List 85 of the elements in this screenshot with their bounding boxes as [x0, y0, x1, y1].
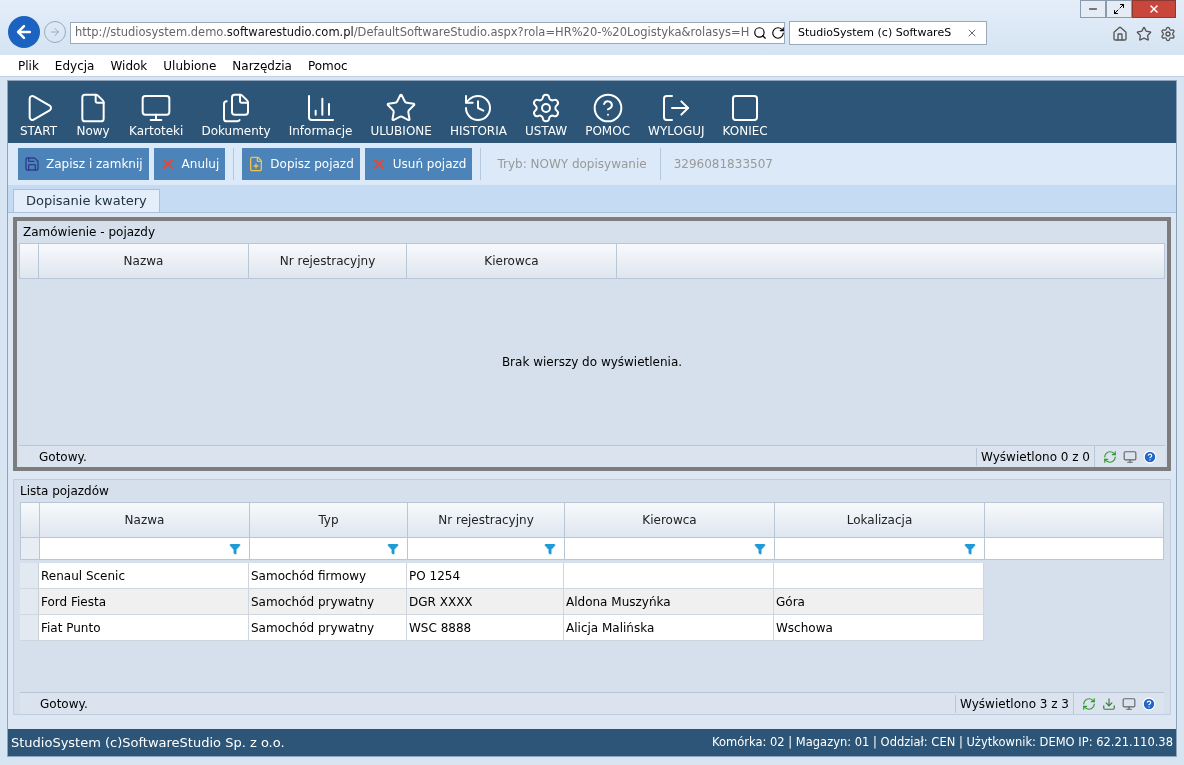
back-button[interactable]: [8, 16, 40, 48]
monitor-icon: [140, 92, 173, 124]
column-header[interactable]: Kierowca: [565, 503, 775, 537]
status-text: Gotowy.: [38, 448, 88, 466]
close-icon: [1148, 3, 1160, 15]
toolbar-button[interactable]: Kartoteki: [127, 92, 186, 138]
record-id: 3296081833507: [672, 156, 774, 173]
browser-tab[interactable]: StudioSystem (c) SoftwareS: [789, 21, 987, 45]
filter-icon[interactable]: [387, 542, 399, 555]
toolbar-button[interactable]: HISTORIA: [447, 92, 509, 138]
close-icon[interactable]: [966, 27, 978, 39]
menu-item[interactable]: Narzędzia: [232, 56, 292, 75]
panel-title: Lista pojazdów: [20, 483, 110, 500]
column-header[interactable]: Kierowca: [407, 244, 617, 278]
monitor-icon[interactable]: [1122, 696, 1136, 711]
menu-item[interactable]: Pomoc: [307, 56, 348, 75]
status-text: Gotowy.: [39, 695, 89, 713]
help-icon[interactable]: [1143, 449, 1157, 464]
panel-title: Zamówienie - pojazdy: [22, 224, 157, 241]
search-icon[interactable]: [753, 26, 768, 40]
action-button[interactable]: Usuń pojazd: [364, 148, 473, 180]
table-cell: DGR XXXX: [407, 589, 564, 614]
filter-icon[interactable]: [229, 542, 241, 555]
tab[interactable]: Dopisanie kwatery: [13, 189, 160, 212]
maximize-icon: [1113, 3, 1125, 15]
refresh-icon[interactable]: [771, 26, 784, 40]
table-cell: Ford Fiesta: [39, 589, 249, 614]
monitor-icon[interactable]: [1123, 449, 1137, 464]
table-cell: WSC 8888: [407, 615, 564, 640]
menu-item[interactable]: Plik: [18, 56, 39, 75]
column-header[interactable]: Nr rejestracyjny: [249, 244, 407, 278]
maximize-button[interactable]: [1106, 0, 1132, 18]
toolbar-button[interactable]: USTAW: [522, 92, 570, 138]
table-cell: Wschowa: [774, 615, 984, 640]
table-cell: Samochód prywatny: [249, 615, 407, 640]
toolbar-button[interactable]: WYLOGUJ: [646, 92, 707, 138]
close-button[interactable]: [1132, 0, 1176, 18]
toolbar-button[interactable]: Dokumenty: [199, 92, 273, 138]
toolbar-button[interactable]: ULUBIONE: [368, 92, 434, 138]
table-cell: Fiat Punto: [39, 615, 249, 640]
menu-item[interactable]: Widok: [110, 56, 148, 75]
column-header[interactable]: Nr rejestracyjny: [408, 503, 565, 537]
save-icon: [24, 156, 40, 172]
star-icon: [385, 92, 418, 124]
menu-item[interactable]: Edycja: [54, 56, 95, 75]
table-cell: Samochód firmowy: [249, 563, 407, 588]
action-button[interactable]: Anuluj: [153, 148, 226, 180]
toolbar-button[interactable]: START: [18, 92, 60, 138]
footer-info: Komórka: 02 | Magazyn: 01 | Oddział: CEN | Użytkownik: DEMO IP: 62.21.110.38: [712, 733, 1173, 751]
help-icon: [591, 92, 624, 124]
help-icon[interactable]: [1142, 696, 1156, 711]
toolbar-button[interactable]: KONIEC: [720, 92, 770, 138]
footer-title: StudioSystem (c)SoftwareStudio Sp. z o.o.: [11, 733, 285, 752]
table-cell: Alicja Malińska: [564, 615, 774, 640]
empty-message: Brak wierszy do wyświetlenia.: [501, 354, 683, 371]
table-cell: Góra: [774, 589, 984, 614]
column-header[interactable]: Nazwa: [39, 244, 249, 278]
address-text: http://studiosystem.demo.softwarestudio.com.pl/DefaultSoftwareStudio.aspx?rola=HR%20-%20Logistyka&rolasys=H: [75, 24, 750, 42]
row-count: Wyświetlono 0 z 0: [976, 447, 1094, 466]
document-plus-icon: [248, 156, 265, 172]
table-cell: Aldona Muszyńka: [564, 589, 774, 614]
settings-icon[interactable]: [1160, 26, 1176, 42]
home-icon[interactable]: [1112, 26, 1128, 42]
export-icon[interactable]: [1102, 696, 1116, 711]
table-cell: Renaul Scenic: [39, 563, 249, 588]
filter-icon[interactable]: [754, 542, 766, 555]
mode-label: Tryb: NOWY dopisywanie: [496, 156, 648, 173]
minimize-button[interactable]: [1080, 0, 1106, 18]
star-icon[interactable]: [1136, 26, 1152, 42]
filter-icon[interactable]: [964, 542, 976, 555]
table-cell: PO 1254: [407, 563, 564, 588]
row-count: Wyświetlono 3 z 3: [955, 694, 1073, 713]
toolbar-button[interactable]: Nowy: [73, 92, 114, 138]
column-header[interactable]: Lokalizacja: [775, 503, 985, 537]
column-header[interactable]: Typ: [250, 503, 408, 537]
toolbar-button[interactable]: Informacje: [286, 92, 355, 138]
action-button[interactable]: Dopisz pojazd: [242, 148, 360, 180]
action-button[interactable]: Zapisz i zamknij: [18, 148, 149, 180]
table-cell: Samochód prywatny: [249, 589, 407, 614]
menu-item[interactable]: Ulubione: [163, 56, 217, 75]
column-header[interactable]: Nazwa: [40, 503, 250, 537]
filter-icon[interactable]: [544, 542, 556, 555]
toolbar-button[interactable]: POMOC: [583, 92, 633, 138]
forward-arrow-icon: [49, 26, 61, 38]
address-bar[interactable]: http://studiosystem.demo.softwarestudio.com.pl/DefaultSoftwareStudio.aspx?rola=HR%20-%20Logistyka&rolasys=H: [70, 22, 785, 44]
